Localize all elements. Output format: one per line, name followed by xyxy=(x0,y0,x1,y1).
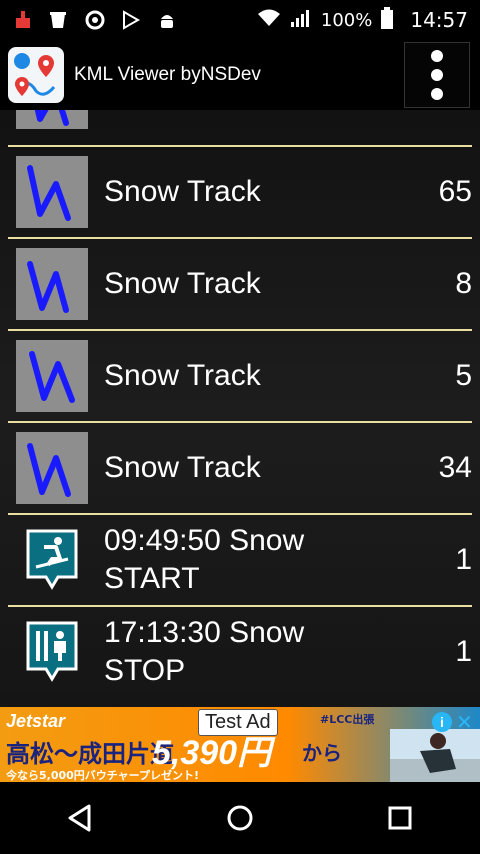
notification-icons xyxy=(12,9,178,31)
ski-lift-placemark-icon xyxy=(16,616,88,688)
list-item[interactable]: 17:13:30 Snow STOP 1 xyxy=(8,607,472,697)
system-status: 100% 14:57 xyxy=(257,6,468,34)
navigation-bar xyxy=(0,782,480,854)
track-thumbnail xyxy=(16,248,88,320)
wifi-icon xyxy=(257,8,281,33)
app-title: KML Viewer byNSDev xyxy=(74,64,261,85)
android-icon xyxy=(156,9,178,31)
track-thumbnail xyxy=(16,156,88,228)
overflow-menu-button[interactable] xyxy=(404,42,470,108)
home-circle-icon xyxy=(227,805,253,831)
item-count: 1 xyxy=(455,543,472,576)
home-button[interactable] xyxy=(210,788,270,848)
item-label: Snow Track xyxy=(104,175,261,208)
cup-icon xyxy=(48,9,70,31)
item-count: 65 xyxy=(438,175,472,208)
skiing-placemark-icon xyxy=(16,524,88,596)
item-label: 17:13:30 Snow STOP xyxy=(104,614,304,690)
battery-percent: 100% xyxy=(320,9,373,31)
back-button[interactable] xyxy=(50,788,110,848)
item-label-line2: START xyxy=(104,562,200,595)
item-label: 09:49:50 Snow START xyxy=(104,522,304,598)
menu-dot-icon xyxy=(431,50,443,62)
list-item[interactable]: Snow Track 34 xyxy=(8,423,472,513)
list-item-partial[interactable] xyxy=(8,110,472,136)
ad-footer: 今なら5,000円バウチャープレゼント! xyxy=(6,769,200,782)
item-count: 34 xyxy=(438,451,472,484)
item-label: Snow Track xyxy=(104,359,261,392)
sync-icon xyxy=(84,9,106,31)
item-label: Snow Track xyxy=(104,451,261,484)
ad-tag: #LCC出張 xyxy=(320,713,375,726)
item-count: 1 xyxy=(455,635,472,668)
ad-brand: Jetstar xyxy=(6,711,66,731)
item-count: 8 xyxy=(455,267,472,300)
info-icon[interactable]: i xyxy=(432,712,452,732)
recents-square-icon xyxy=(388,806,412,830)
status-bar: 100% 14:57 xyxy=(0,0,480,40)
list-item[interactable]: Snow Track 65 xyxy=(8,147,472,237)
back-triangle-icon xyxy=(68,804,91,832)
recents-button[interactable] xyxy=(370,788,430,848)
list-item[interactable]: Snow Track 8 xyxy=(8,239,472,329)
item-label-line2: STOP xyxy=(104,654,186,687)
list-item[interactable]: Snow Track 5 xyxy=(8,331,472,421)
app-logo xyxy=(8,47,64,103)
broom-icon xyxy=(12,9,34,31)
ad-image xyxy=(390,729,480,782)
item-label: Snow Track xyxy=(104,267,261,300)
menu-dot-icon xyxy=(431,69,443,81)
track-thumbnail xyxy=(16,432,88,504)
item-count: 5 xyxy=(455,359,472,392)
close-icon[interactable]: ✕ xyxy=(456,710,473,734)
item-label-line1: 09:49:50 Snow xyxy=(104,524,305,557)
battery-icon xyxy=(380,6,394,34)
clock: 14:57 xyxy=(410,8,468,32)
signal-icon xyxy=(289,8,313,33)
ad-headline: 高松〜成田片道 xyxy=(6,740,174,768)
track-thumbnail xyxy=(16,340,88,412)
placemark-list[interactable]: Snow Track 65 Snow Track 8 Snow Track 5 … xyxy=(0,110,480,707)
app-bar: KML Viewer byNSDev xyxy=(0,40,480,110)
ad-choices[interactable]: i ✕ xyxy=(432,710,476,734)
play-store-icon xyxy=(120,9,142,31)
ad-banner[interactable]: Jetstar 高松〜成田片道 5,390円 から 今なら5,000円バウチャー… xyxy=(0,707,480,782)
list-item[interactable]: 09:49:50 Snow START 1 xyxy=(8,515,472,605)
test-ad-label: Test Ad xyxy=(198,709,278,736)
track-thumbnail xyxy=(16,110,88,129)
item-label-line1: 17:13:30 Snow xyxy=(104,616,305,649)
ad-suffix: から xyxy=(302,741,342,765)
menu-dot-icon xyxy=(431,88,443,100)
